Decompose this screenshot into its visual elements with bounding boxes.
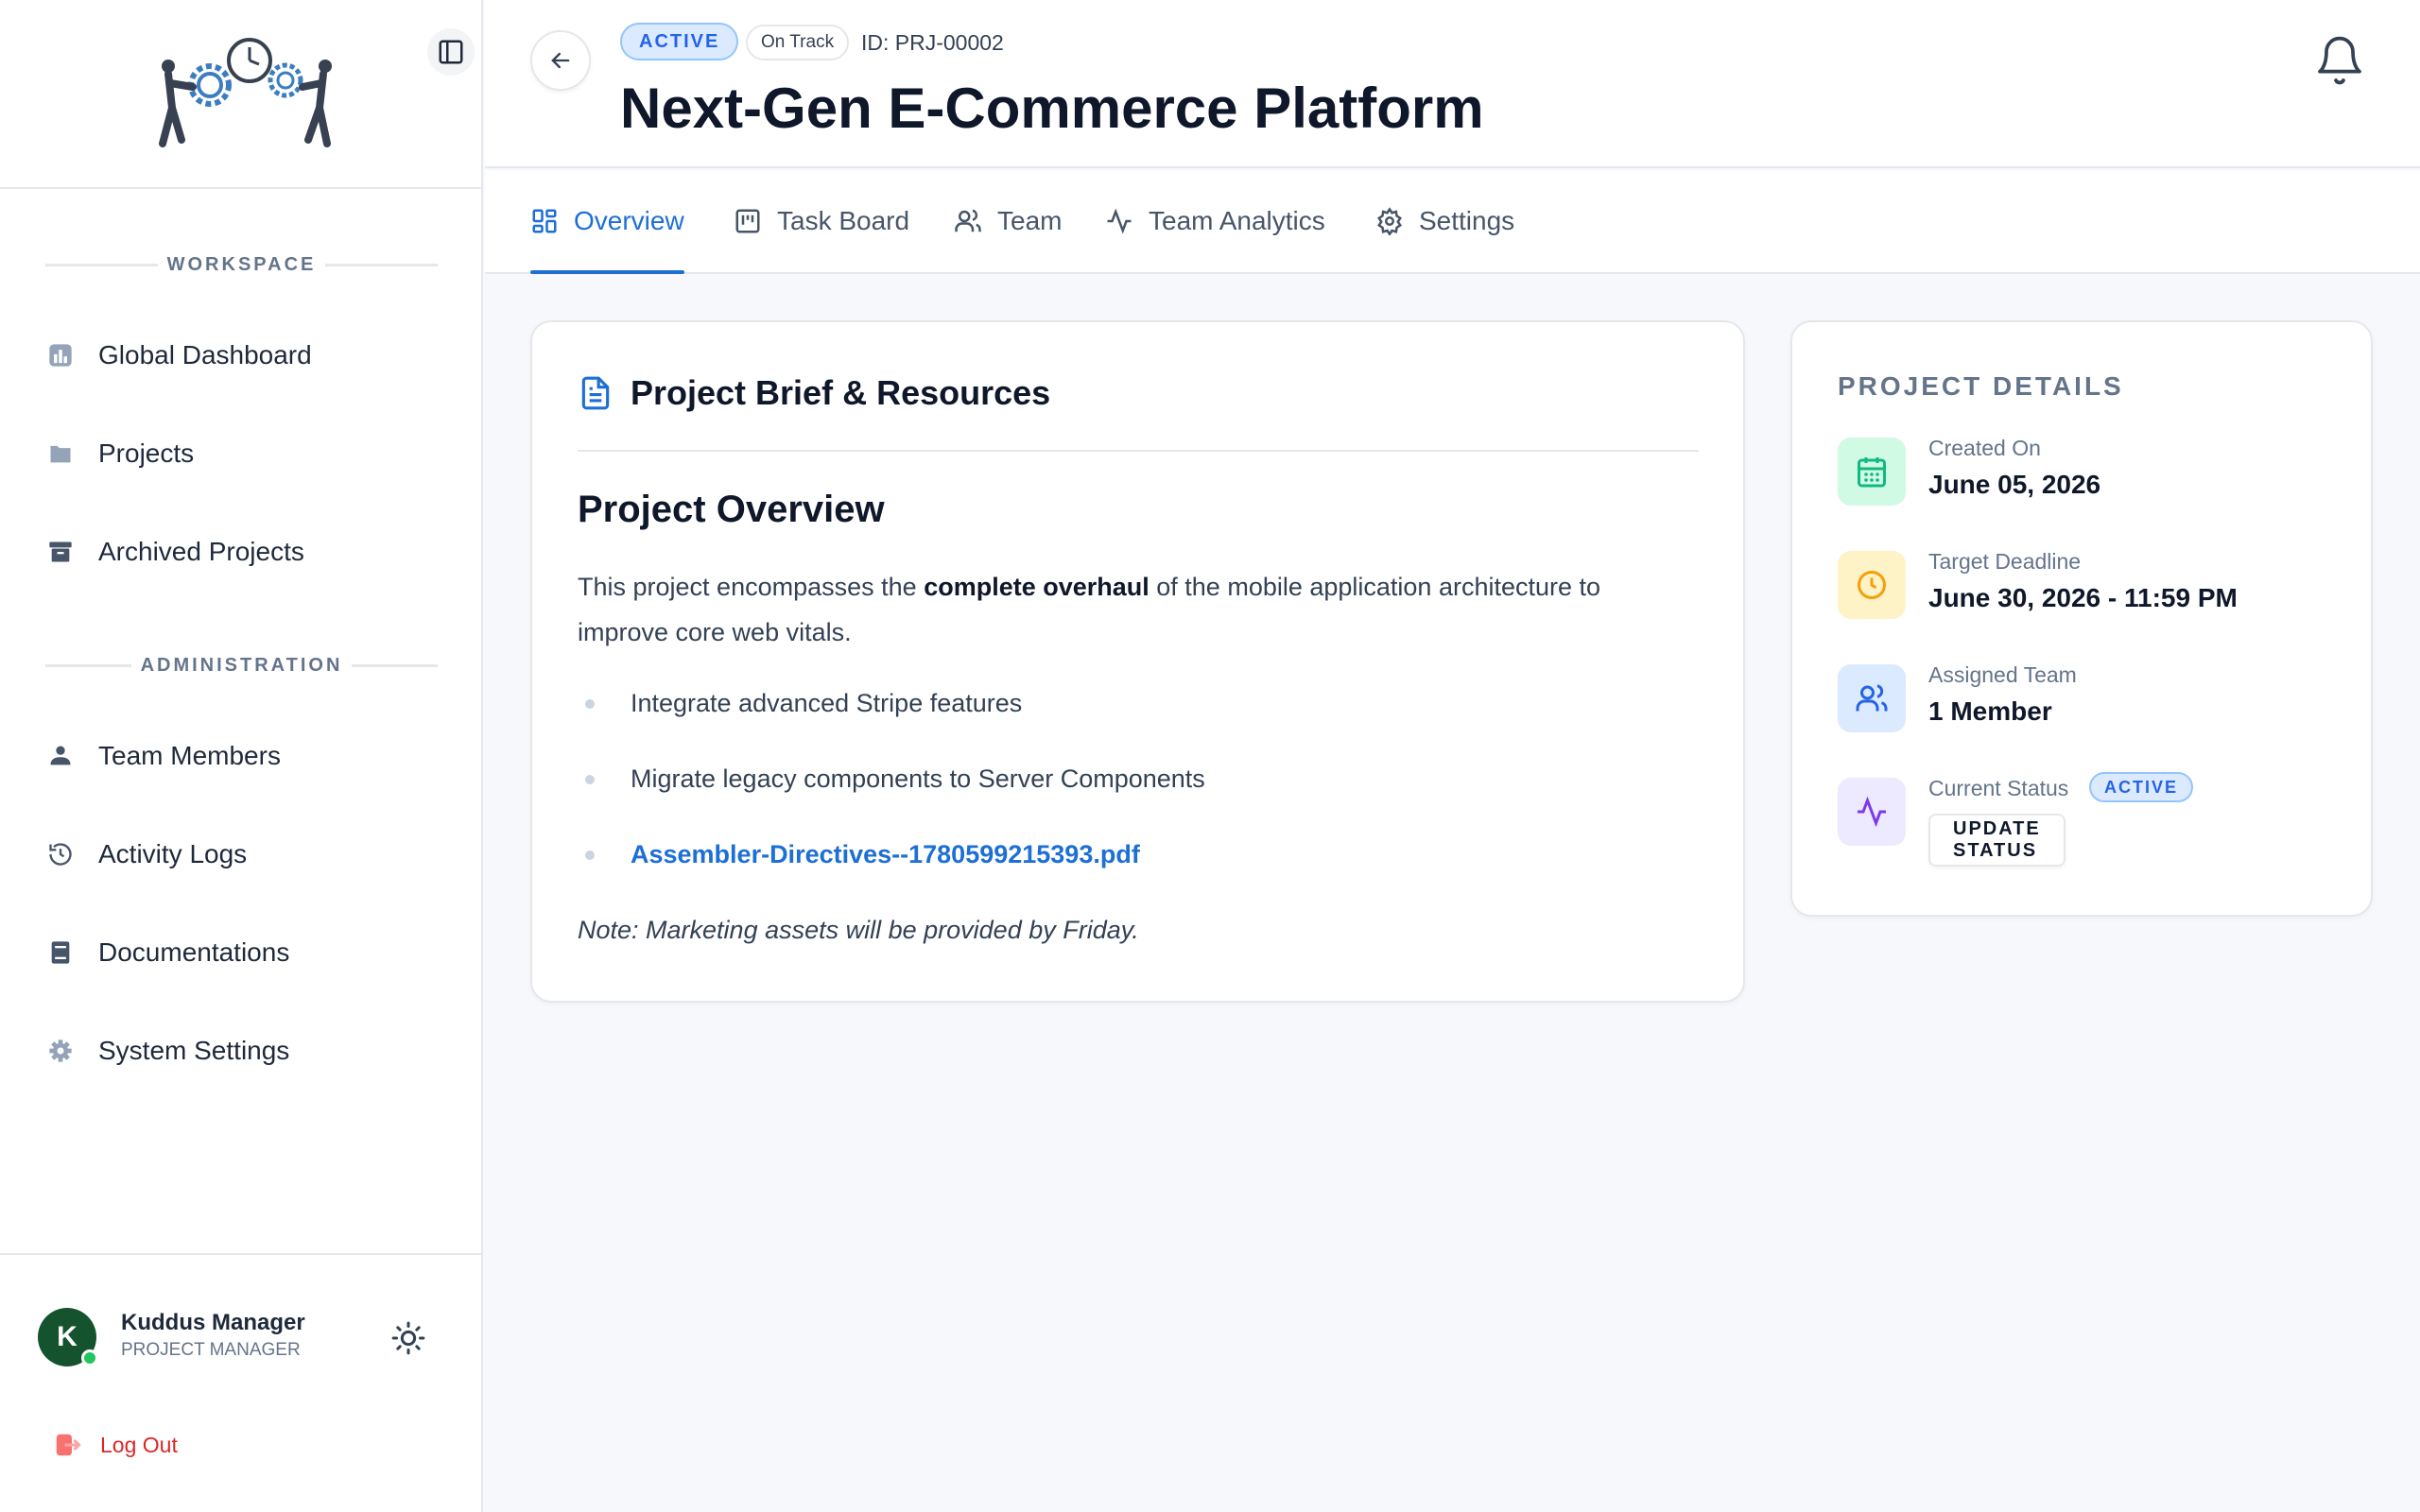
track-badge: On Track [746, 25, 850, 60]
users-icon [955, 209, 981, 232]
panel-left-icon [439, 40, 463, 64]
created-on-label: Created On [1928, 436, 2041, 460]
clock-icon [1838, 551, 1906, 619]
sidebar: WORKSPACE Global Dashboard Projects Arch… [0, 0, 483, 1512]
sidebar-footer: K Kuddus Manager PROJECT MANAGER Log Out [0, 1253, 483, 1512]
tab-bar: Overview Task Board Team Team Analytics … [485, 170, 2420, 274]
project-brief-card: Project Brief & Resources Project Overvi… [530, 320, 1745, 1003]
teamwork-gears-logo [159, 38, 332, 147]
sidebar-item-label: Documentations [98, 937, 290, 967]
tab-label: Settings [1419, 206, 1515, 235]
list-item: Assembler-Directives--1780599215393.pdf [585, 840, 1140, 869]
file-text-icon [581, 376, 610, 410]
project-details-card: PROJECT DETAILS Created On June 05, 2026… [1790, 320, 2373, 917]
list-item: Integrate advanced Stripe features [585, 689, 1022, 718]
assigned-team-value: 1 Member [1928, 696, 2052, 726]
history-icon [45, 839, 76, 869]
current-status-label: Current Status [1928, 776, 2069, 800]
target-deadline-value: June 30, 2026 - 11:59 PM [1928, 583, 2238, 612]
theme-toggle-button[interactable] [389, 1319, 427, 1357]
back-button[interactable] [530, 30, 591, 91]
sidebar-item-projects[interactable]: Projects [45, 425, 442, 482]
logout-label: Log Out [100, 1432, 178, 1457]
target-deadline-label: Target Deadline [1928, 549, 2082, 574]
sidebar-item-global-dashboard[interactable]: Global Dashboard [45, 327, 442, 384]
page-title: Next-Gen E-Commerce Platform [620, 77, 1484, 140]
overview-paragraph: This project encompasses the complete ov… [578, 573, 1601, 646]
divider [578, 450, 1699, 452]
list-item: Migrate legacy components to Server Comp… [585, 765, 1205, 794]
section-label-workspace: WORKSPACE [45, 253, 438, 276]
user-role: PROJECT MANAGER [121, 1340, 301, 1360]
sidebar-item-label: Archived Projects [98, 537, 304, 566]
tab-task-board[interactable]: Task Board [734, 170, 909, 272]
tab-label: Overview [574, 206, 684, 235]
brief-heading: Project Brief & Resources [631, 373, 1051, 412]
kanban-icon [735, 209, 760, 233]
status-badge: ACTIVE [2089, 772, 2194, 802]
layout-grid-icon [532, 209, 557, 233]
sidebar-toggle-button[interactable] [427, 28, 475, 76]
details-title: PROJECT DETAILS [1838, 371, 2124, 401]
tab-label: Team [997, 206, 1063, 235]
sidebar-item-archived-projects[interactable]: Archived Projects [45, 524, 442, 580]
activity-icon [1107, 208, 1132, 234]
attachment-link[interactable]: Assembler-Directives--1780599215393.pdf [631, 840, 1140, 869]
notifications-button[interactable] [2313, 34, 2366, 87]
folder-icon [45, 438, 76, 469]
gear-icon [1377, 207, 1402, 235]
section-label-administration: ADMINISTRATION [45, 654, 438, 677]
online-status-dot [81, 1349, 98, 1366]
tab-team-analytics[interactable]: Team Analytics [1105, 170, 1325, 272]
sidebar-item-system-settings[interactable]: System Settings [45, 1022, 442, 1079]
tab-team[interactable]: Team [954, 170, 1062, 272]
sidebar-item-label: System Settings [98, 1036, 290, 1065]
arrow-left-icon [551, 52, 570, 69]
calendar-icon [1838, 438, 1906, 506]
gear-icon [45, 1036, 76, 1066]
assigned-team-label: Assigned Team [1928, 662, 2077, 687]
logout-icon [56, 1434, 81, 1456]
created-on-value: June 05, 2026 [1928, 470, 2101, 499]
archive-icon [45, 537, 76, 567]
sidebar-item-team-members[interactable]: Team Members [45, 728, 442, 784]
tab-label: Team Analytics [1149, 206, 1325, 235]
sidebar-item-label: Global Dashboard [98, 340, 312, 369]
logout-button[interactable]: Log Out [53, 1431, 178, 1459]
user-name: Kuddus Manager [121, 1310, 305, 1335]
sun-icon [391, 1321, 425, 1355]
project-id: ID: PRJ-00002 [861, 30, 1004, 55]
status-badge: ACTIVE [620, 23, 739, 60]
tab-label: Task Board [777, 206, 910, 235]
users-icon [1838, 664, 1906, 732]
sidebar-item-documentations[interactable]: Documentations [45, 924, 442, 981]
tab-overview[interactable]: Overview [530, 170, 684, 274]
users-icon [45, 741, 76, 771]
brief-header: Project Brief & Resources [578, 373, 1050, 413]
activity-icon [1838, 778, 1906, 846]
sidebar-item-label: Team Members [98, 741, 281, 770]
logo-area [0, 0, 483, 189]
note-text: Note: Marketing assets will be provided … [578, 916, 1139, 944]
sidebar-item-label: Activity Logs [98, 839, 248, 868]
sidebar-item-activity-logs[interactable]: Activity Logs [45, 826, 442, 883]
update-status-button[interactable]: UPDATE STATUS [1928, 814, 2066, 867]
tab-settings[interactable]: Settings [1375, 170, 1514, 272]
page-header: ACTIVE On Track ID: PRJ-00002 Next-Gen E… [485, 0, 2420, 168]
book-icon [45, 937, 76, 968]
chart-bar-icon [45, 340, 76, 370]
sidebar-item-label: Projects [98, 438, 195, 468]
overview-title: Project Overview [578, 489, 885, 530]
bell-icon [2318, 36, 2361, 85]
